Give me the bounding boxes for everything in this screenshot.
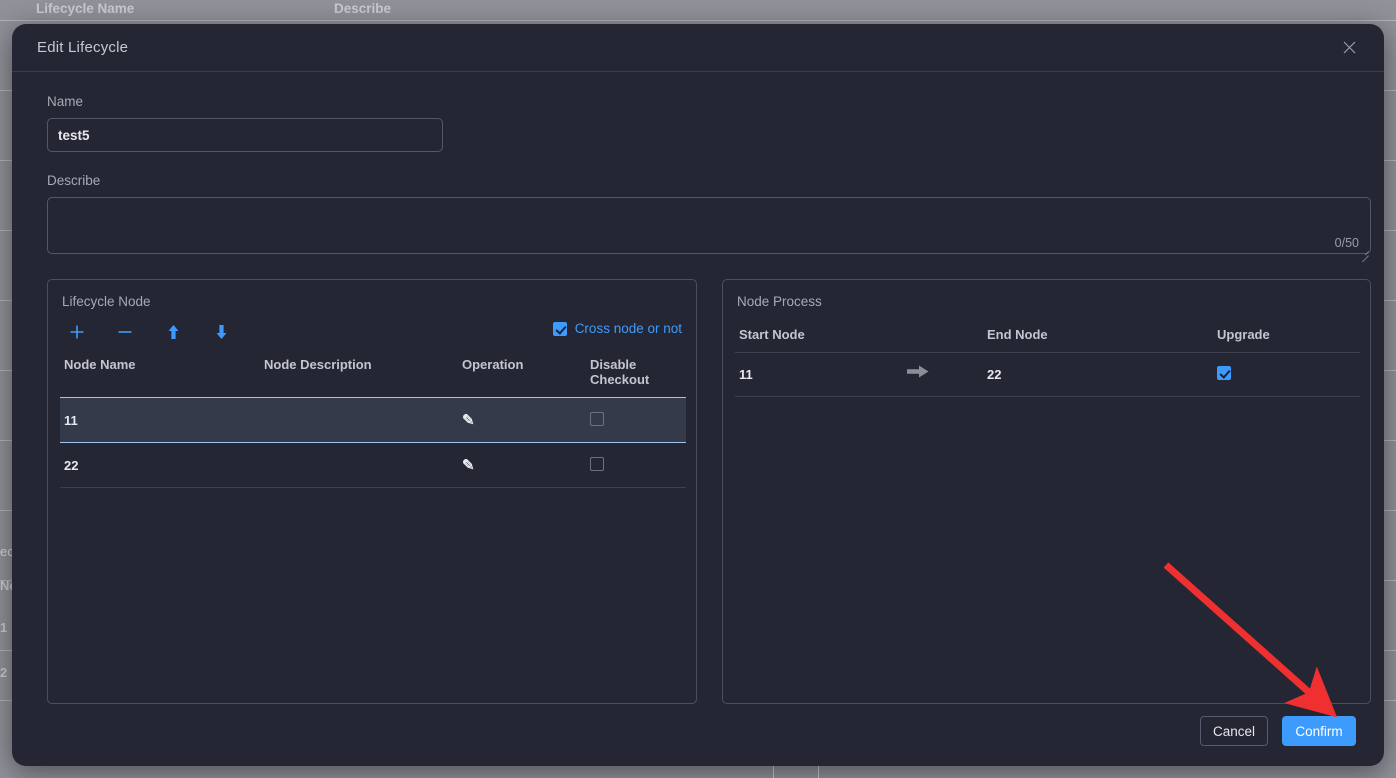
cell-operation: ✎ [458, 442, 586, 488]
start-node-value: 11 [739, 367, 753, 382]
describe-field-wrapper: 0/50 [47, 197, 1371, 263]
arrow-up-icon[interactable] [160, 319, 186, 345]
pencil-icon[interactable]: ✎ [462, 411, 475, 429]
minus-icon[interactable] [112, 319, 138, 345]
table-row[interactable]: 22 ✎ [60, 442, 686, 488]
table-header-row: Node Name Node Description Operation Dis… [60, 349, 686, 398]
edit-lifecycle-dialog: Edit Lifecycle Name Describe 0/50 Lifecy… [12, 24, 1384, 766]
cross-node-checkbox-box[interactable] [552, 321, 567, 336]
lifecycle-node-table: Node Name Node Description Operation Dis… [60, 349, 686, 488]
cell-node-description [260, 442, 458, 488]
cell-disable-checkout [586, 397, 686, 443]
disable-checkout-checkbox[interactable] [590, 456, 604, 471]
table-header-row: Start Node End Node Upgrade [735, 319, 1360, 353]
dialog-header: Edit Lifecycle [12, 24, 1384, 72]
node-process-table: Start Node End Node Upgrade 11 22 [735, 319, 1360, 397]
table-row[interactable]: 11 22 [735, 352, 1360, 397]
arrow-down-icon[interactable] [208, 319, 234, 345]
background-cell: 1 [0, 620, 8, 635]
cell-disable-checkout [586, 442, 686, 488]
background-divider [0, 20, 1396, 21]
name-label: Name [47, 94, 84, 109]
column-disable-checkout: Disable Checkout [590, 357, 650, 387]
column-upgrade: Upgrade [1213, 319, 1360, 353]
background-table-header: Lifecycle Name Describe [0, 0, 1396, 20]
column-node-name: Node Name [64, 357, 136, 372]
column-node-description: Node Description [264, 357, 372, 372]
lifecycle-node-caption: Lifecycle Node [62, 294, 151, 309]
close-icon[interactable] [1338, 37, 1360, 59]
column-end-node: End Node [983, 319, 1213, 353]
dialog-footer: Cancel Confirm [1200, 716, 1356, 746]
cell-upgrade [1213, 352, 1360, 397]
lifecycle-node-toolbar: Cross node or not [60, 319, 684, 349]
upgrade-checkbox[interactable] [1217, 366, 1231, 380]
cell-node-name: 11 [60, 397, 260, 443]
background-column-lifecycle-name: Lifecycle Name [36, 1, 135, 16]
arrow-right-icon [907, 365, 929, 381]
cancel-button[interactable]: Cancel [1200, 716, 1268, 746]
cell-end-node: 22 [983, 352, 1213, 397]
node-process-caption: Node Process [737, 294, 822, 309]
disable-checkout-checkbox[interactable] [590, 411, 604, 426]
lifecycle-node-panel: Lifecycle Node Cross node or not Node Na… [47, 279, 697, 704]
table-row[interactable]: 11 ✎ [60, 397, 686, 443]
cell-node-description [260, 397, 458, 443]
panels-container: Lifecycle Node Cross node or not Node Na… [47, 279, 1371, 704]
describe-label: Describe [47, 173, 101, 188]
describe-textarea[interactable] [47, 197, 1371, 254]
confirm-button[interactable]: Confirm [1282, 716, 1356, 746]
cross-node-checkbox[interactable]: Cross node or not [552, 321, 682, 336]
plus-icon[interactable] [64, 319, 90, 345]
pencil-icon[interactable]: ✎ [462, 456, 475, 474]
background-column-describe: Describe [334, 1, 392, 16]
name-input[interactable] [47, 118, 443, 152]
dialog-title: Edit Lifecycle [37, 39, 129, 56]
dialog-body: Name Describe 0/50 Lifecycle Node [12, 72, 1384, 704]
column-start-node: Start Node [735, 319, 983, 353]
background-cell: 2 [0, 665, 8, 680]
cell-node-name: 22 [60, 442, 260, 488]
node-process-panel: Node Process Start Node End Node Upgrade… [722, 279, 1371, 704]
cross-node-label: Cross node or not [574, 321, 682, 336]
cell-operation: ✎ [458, 397, 586, 443]
cell-start-node: 11 [735, 352, 983, 397]
column-operation: Operation [462, 357, 524, 372]
